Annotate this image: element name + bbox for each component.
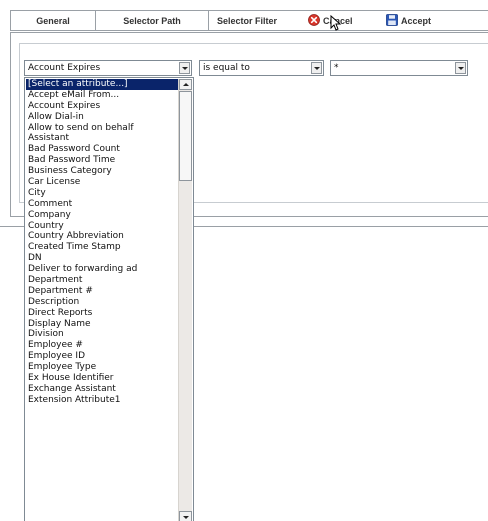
list-item[interactable]: Department [26,275,178,286]
scroll-thumb[interactable] [179,91,192,181]
accept-label: Accept [401,15,432,26]
list-item[interactable]: [Select an attribute...] [26,79,178,90]
attribute-select-value: Account Expires [28,63,101,73]
attribute-dropdown-list[interactable]: [Select an attribute...] Accept eMail Fr… [24,77,194,521]
list-item[interactable]: Employee Type [26,362,178,373]
attribute-options: [Select an attribute...] Accept eMail Fr… [26,79,178,406]
list-item[interactable]: Assistant [26,133,178,144]
list-item[interactable]: Description [26,297,178,308]
value-select[interactable]: * [330,60,468,76]
cancel-button[interactable]: Cancel [306,11,386,30]
attribute-select[interactable]: Account Expires [24,60,192,76]
tab-general[interactable]: General [11,11,96,30]
list-item[interactable]: Country [26,221,178,232]
list-item[interactable]: Allow to send on behalf [26,123,178,134]
list-item[interactable]: Car License [26,177,178,188]
tab-selector-filter-label: Selector Filter [217,15,278,26]
list-item[interactable]: Business Category [26,166,178,177]
list-item[interactable]: Comment [26,199,178,210]
save-icon [386,13,398,28]
tab-selector-path[interactable]: Selector Path [96,11,209,30]
list-item[interactable]: Direct Reports [26,308,178,319]
chevron-down-icon[interactable] [455,62,466,74]
list-item[interactable]: Created Time Stamp [26,242,178,253]
accept-button[interactable]: Accept [386,11,431,30]
operator-select[interactable]: is equal to [199,60,324,76]
tab-selector-filter[interactable]: Selector Filter [209,11,306,30]
list-item[interactable]: Employee # [26,340,178,351]
list-item[interactable]: Allow Dial-in [26,112,178,123]
list-item[interactable]: Department # [26,286,178,297]
dropdown-scrollbar[interactable] [178,79,192,521]
list-item[interactable]: Extension Attribute1 [26,395,178,406]
list-item[interactable]: Bad Password Count [26,144,178,155]
tab-general-label: General [36,15,70,26]
list-item[interactable]: DN [26,253,178,264]
list-item[interactable]: Company [26,210,178,221]
scroll-down-icon[interactable] [179,511,192,521]
list-item[interactable]: Bad Password Time [26,155,178,166]
list-item[interactable]: Deliver to forwarding ad [26,264,178,275]
list-item[interactable]: Country Abbreviation [26,231,178,242]
list-item[interactable]: Display Name [26,319,178,330]
list-item[interactable]: Account Expires [26,101,178,112]
chevron-down-icon[interactable] [311,62,322,74]
cancel-icon [308,13,320,28]
list-item[interactable]: Exchange Assistant [26,384,178,395]
list-item[interactable]: City [26,188,178,199]
list-item[interactable]: Ex House Identifier [26,373,178,384]
value-select-value: * [334,63,339,73]
list-item[interactable]: Employee ID [26,351,178,362]
tab-bar: General Selector Path Selector Filter Ca… [10,10,488,31]
list-item[interactable]: Accept eMail From... [26,90,178,101]
operator-select-value: is equal to [203,63,250,73]
tab-selector-path-label: Selector Path [123,15,181,26]
chevron-down-icon[interactable] [179,62,190,74]
list-item[interactable]: Division [26,329,178,340]
mouse-cursor-icon [330,14,342,31]
scroll-up-icon[interactable] [179,79,192,90]
